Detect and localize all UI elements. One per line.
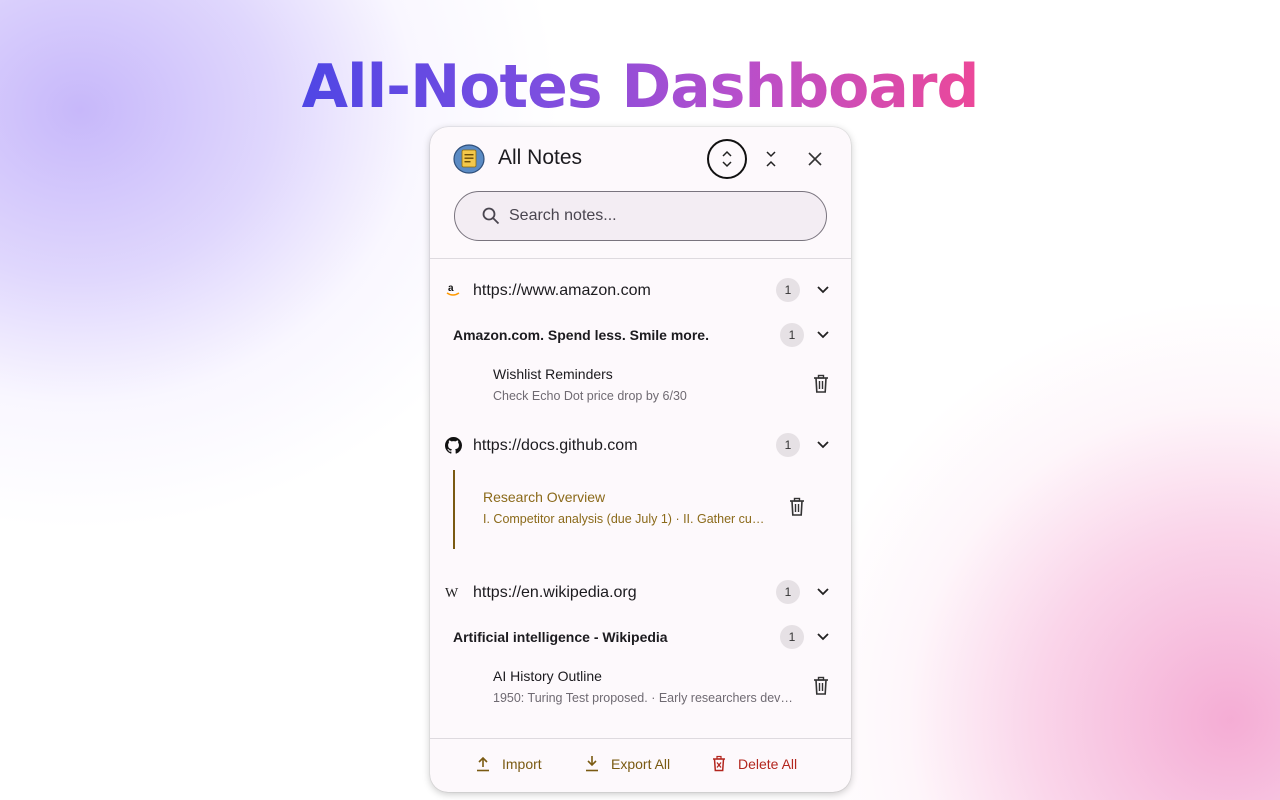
export-all-button[interactable]: Export All (585, 755, 670, 772)
domain-group-header[interactable]: https://docs.github.com 1 (430, 427, 851, 463)
chevron-down-icon[interactable] (811, 433, 835, 457)
domain-label: https://docs.github.com (473, 437, 638, 454)
note-title: AI History Outline (493, 668, 602, 684)
note-count-badge: 1 (780, 323, 804, 347)
trash-icon (814, 374, 828, 393)
svg-text:a: a (448, 283, 454, 294)
domain-group-header[interactable]: a https://www.amazon.com 1 (430, 272, 851, 308)
delete-note-button[interactable] (785, 495, 809, 519)
download-icon (586, 756, 598, 772)
upload-icon (477, 756, 489, 772)
panel-footer: Import Export All Delete All (430, 739, 851, 792)
import-button[interactable]: Import (476, 755, 542, 772)
note-preview: Check Echo Dot price drop by 6/30 (493, 389, 687, 403)
notes-app-icon (453, 144, 485, 174)
collapse-all-icon (766, 151, 776, 167)
search-icon (482, 207, 500, 225)
note-count-badge: 1 (776, 580, 800, 604)
page-title: Amazon.com. Spend less. Smile more. (453, 327, 709, 343)
note-item[interactable]: Wishlist Reminders Check Echo Dot price … (430, 359, 851, 409)
github-icon (445, 437, 462, 454)
note-count-badge: 1 (780, 625, 804, 649)
expand-all-button[interactable] (707, 139, 747, 179)
note-preview: I. Competitor analysis (due July 1) · II… (483, 512, 770, 526)
panel-header: All Notes (430, 127, 851, 189)
wikipedia-icon: W (444, 584, 462, 600)
search-input[interactable] (509, 207, 809, 225)
delete-all-icon (713, 755, 725, 772)
note-title: Research Overview (483, 489, 606, 505)
search-field[interactable] (454, 191, 827, 241)
note-item[interactable]: AI History Outline 1950: Turing Test pro… (430, 661, 851, 711)
chevron-down-icon[interactable] (811, 625, 835, 649)
svg-text:W: W (445, 586, 459, 600)
note-title: Wishlist Reminders (493, 366, 613, 382)
page-title: Artificial intelligence - Wikipedia (453, 629, 668, 645)
note-count-badge: 1 (776, 433, 800, 457)
chevron-down-icon[interactable] (811, 323, 835, 347)
page-group-header[interactable]: Artificial intelligence - Wikipedia 1 (430, 621, 851, 651)
expand-all-icon (722, 150, 732, 168)
domain-group-header[interactable]: W https://en.wikipedia.org 1 (430, 574, 851, 610)
highlight-bar (453, 470, 455, 549)
export-all-label: Export All (611, 755, 671, 772)
close-icon (808, 152, 822, 166)
panel-title: All Notes (498, 146, 583, 169)
trash-icon (814, 676, 828, 695)
delete-note-button[interactable] (809, 372, 833, 396)
header-divider (430, 258, 851, 259)
note-item-highlighted[interactable]: Research Overview I. Competitor analysis… (430, 470, 851, 550)
import-label: Import (502, 755, 542, 772)
close-button[interactable] (795, 139, 835, 179)
all-notes-panel: All Notes Search notes... a https://www.… (430, 127, 851, 792)
domain-label: https://www.amazon.com (473, 282, 651, 299)
delete-all-button[interactable]: Delete All (712, 755, 797, 772)
collapse-all-button[interactable] (751, 139, 791, 179)
chevron-down-icon[interactable] (811, 278, 835, 302)
amazon-icon: a (445, 282, 461, 298)
chevron-down-icon[interactable] (811, 580, 835, 604)
hero-title: All-Notes Dashboard (301, 52, 980, 122)
delete-note-button[interactable] (809, 674, 833, 698)
delete-all-label: Delete All (738, 755, 798, 772)
page-group-header[interactable]: Amazon.com. Spend less. Smile more. 1 (430, 319, 851, 349)
trash-icon (790, 497, 804, 516)
note-count-badge: 1 (776, 278, 800, 302)
note-preview: 1950: Turing Test proposed. · Early rese… (493, 691, 798, 705)
domain-label: https://en.wikipedia.org (473, 584, 637, 601)
